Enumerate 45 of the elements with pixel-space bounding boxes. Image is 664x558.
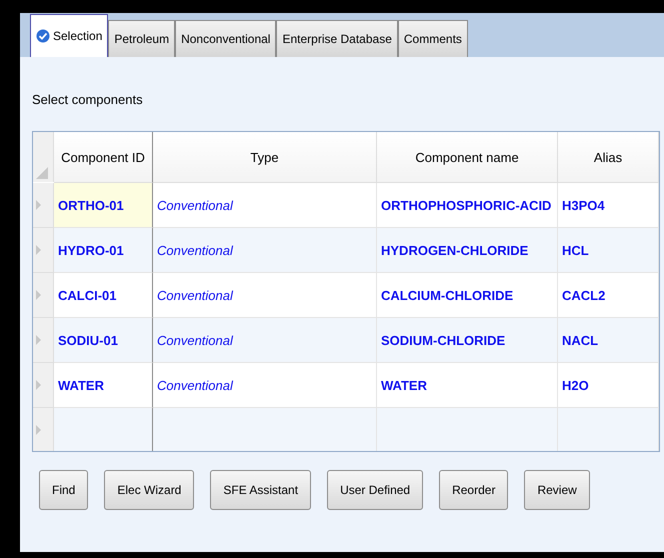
table-cell: SODIUM-CHLORIDE [377,318,558,363]
table-cell: Conventional [153,318,377,363]
tab[interactable]: Selection [30,14,108,57]
row-pointer-icon [36,245,41,255]
action-button[interactable]: Reorder [439,470,508,510]
action-button[interactable]: Review [524,470,590,510]
table-cell: Conventional [153,273,377,318]
column-header[interactable]: Component name [377,132,558,183]
table-cell: WATER [377,363,558,408]
table-cell: HCL [558,228,659,273]
action-button[interactable]: User Defined [327,470,424,510]
table-cell: WATER [54,363,153,408]
table-cell: SODIU-01 [54,318,153,363]
row-pointer-icon [36,200,41,210]
table-cell: CALCIUM-CHLORIDE [377,273,558,318]
table-cell: ORTHO-01 [54,183,153,228]
column-header[interactable]: Alias [558,132,659,183]
sort-corner-icon [36,167,48,179]
row-pointer-icon [36,335,41,345]
new-row-cell[interactable] [54,408,153,451]
action-button[interactable]: Elec Wizard [104,470,194,510]
table-cell: CALCI-01 [54,273,153,318]
row-pointer-icon [36,380,41,390]
tab[interactable]: Nonconventional [175,20,276,57]
column-header[interactable]: Component ID [54,132,153,183]
check-icon [36,29,50,43]
table-cell: Conventional [153,183,377,228]
column-header[interactable]: Type [153,132,377,183]
table-cell: CACL2 [558,273,659,318]
table-cell: NACL [558,318,659,363]
action-button[interactable]: Find [39,470,88,510]
section-label: Select components [32,92,144,107]
table-cell: H3PO4 [558,183,659,228]
table-cell: ORTHOPHOSPHORIC-ACID [377,183,558,228]
action-button[interactable]: SFE Assistant [210,470,312,510]
tab[interactable]: Petroleum [108,20,176,57]
table-cell: Conventional [153,228,377,273]
tab[interactable]: Enterprise Database [276,20,398,57]
table-cell: H2O [558,363,659,408]
table-cell: HYDROGEN-CHLORIDE [377,228,558,273]
table-cell: HYDRO-01 [54,228,153,273]
row-pointer-icon [36,424,41,434]
tab[interactable]: Comments [398,20,468,57]
table-cell: Conventional [153,363,377,408]
row-pointer-icon [36,290,41,300]
